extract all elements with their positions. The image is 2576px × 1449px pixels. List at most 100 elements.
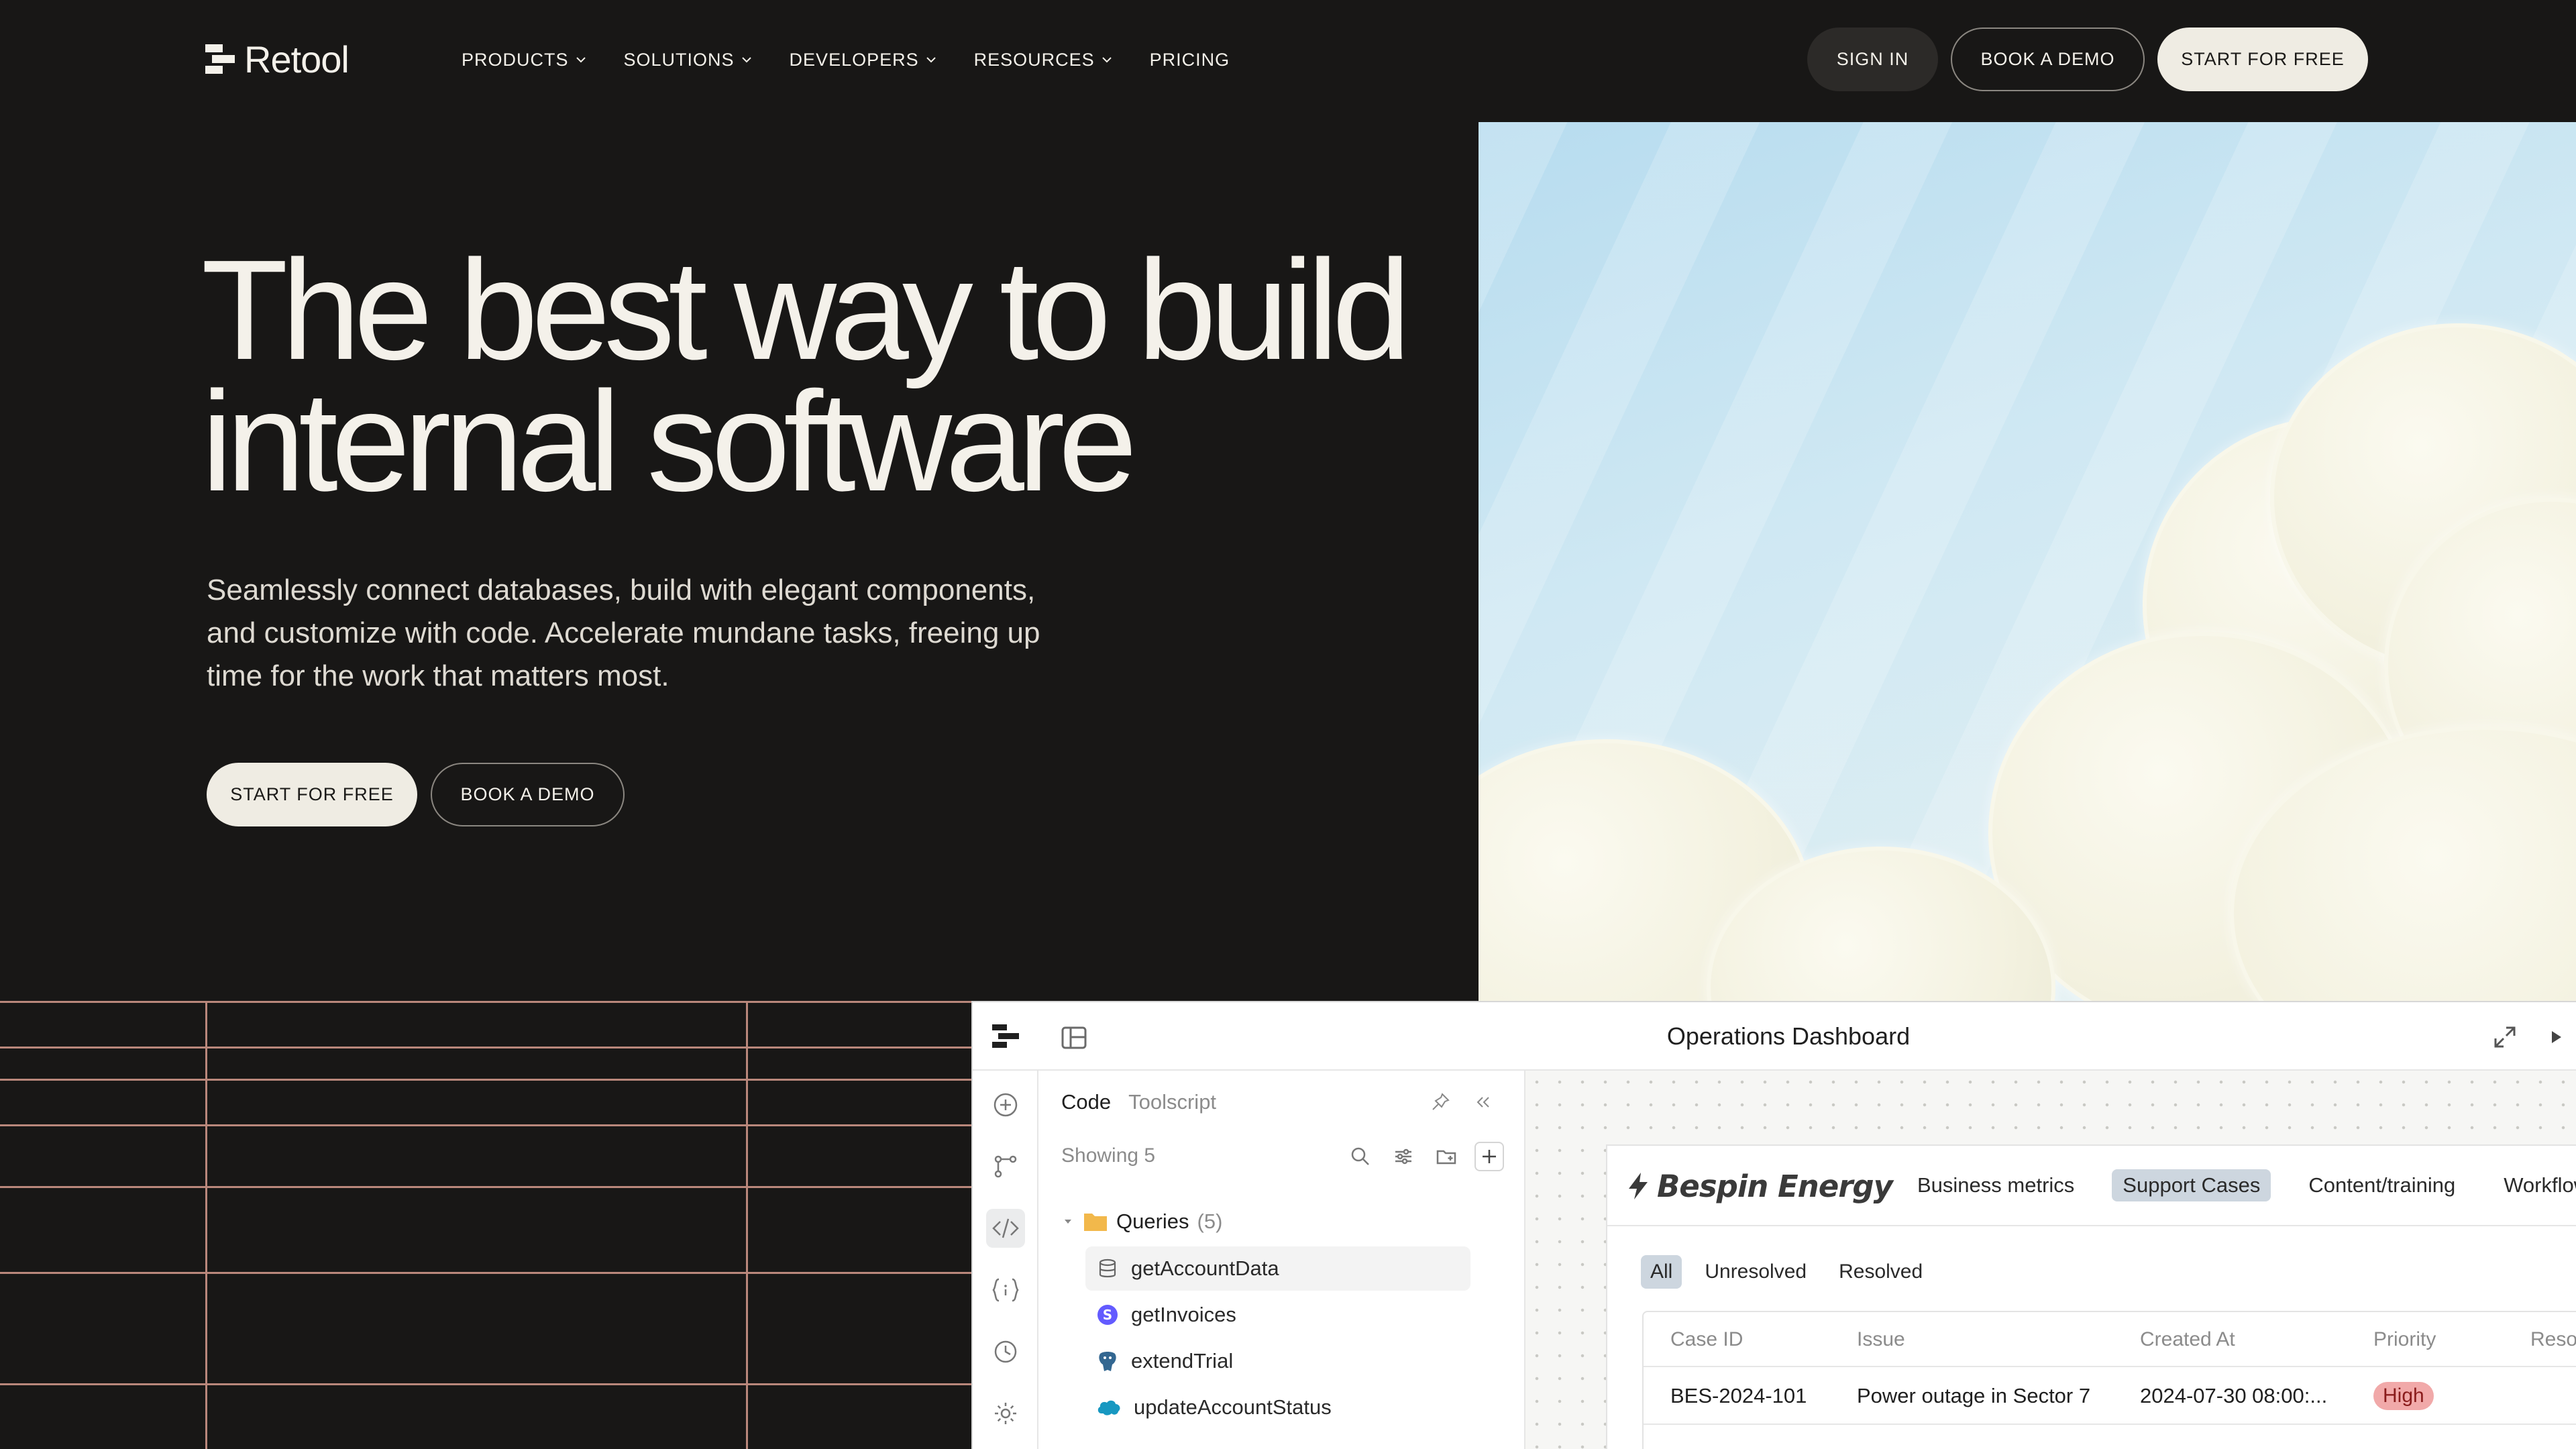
tab-toolscript[interactable]: Toolscript: [1128, 1090, 1216, 1114]
add-query-icon[interactable]: [1474, 1142, 1504, 1171]
new-folder-icon[interactable]: [1432, 1142, 1461, 1171]
grid-line: [205, 1001, 207, 1449]
caret-down-icon: [1065, 1220, 1071, 1224]
retool-logo[interactable]: Retool: [205, 38, 350, 80]
pin-icon[interactable]: [1426, 1088, 1454, 1116]
cell-created-at: 2024-07-30 08:00:...: [2140, 1384, 2328, 1407]
dashboard-tab-content-training[interactable]: Content/training: [2298, 1169, 2466, 1201]
tree-structure-icon[interactable]: [986, 1147, 1025, 1186]
queries-folder-count: (5): [1197, 1210, 1223, 1233]
menu-solutions[interactable]: SOLUTIONS: [624, 50, 752, 70]
filter-resolved[interactable]: Resolved: [1829, 1255, 1932, 1289]
menu-developers[interactable]: DEVELOPERS: [790, 50, 936, 70]
column-header-issue[interactable]: Issue: [1857, 1312, 1905, 1367]
hero-title: The best way to build internal software: [201, 239, 1476, 513]
support-cases-table: Case ID Issue Created At Priority Resolv…: [1642, 1311, 2576, 1449]
column-header-case-id[interactable]: Case ID: [1670, 1312, 1743, 1367]
book-demo-button[interactable]: BOOK A DEMO: [1951, 28, 2145, 91]
column-header-resolved-at[interactable]: Resolved At: [2530, 1312, 2576, 1367]
chevron-down-icon: [926, 57, 936, 63]
showing-count: Showing 5: [1061, 1144, 1156, 1167]
grid-line: [0, 1046, 971, 1049]
query-item[interactable]: updateAccountStatus: [1085, 1385, 1470, 1430]
sky-cloud-illustration: [1479, 122, 2576, 1002]
column-header-created-at[interactable]: Created At: [2140, 1312, 2235, 1367]
database-icon: [1099, 1258, 1116, 1278]
grid-line: [0, 1272, 971, 1274]
filter-unresolved[interactable]: Unresolved: [1695, 1255, 1816, 1289]
cell-case-id: BES-2024-101: [1670, 1384, 1807, 1407]
case-filters: All Unresolved Resolved: [1641, 1253, 1932, 1291]
grid-line: [0, 1079, 971, 1081]
hero-book-demo-button[interactable]: BOOK A DEMO: [431, 763, 625, 826]
chevron-down-icon: [576, 57, 586, 63]
top-nav: Retool PRODUCTS SOLUTIONS DEVELOPERS RES…: [0, 0, 2576, 121]
query-item[interactable]: getAccountData: [1085, 1246, 1470, 1291]
left-icon-rail: [973, 1071, 1038, 1449]
filter-sliders-icon[interactable]: [1389, 1142, 1418, 1171]
play-icon[interactable]: [2542, 1024, 2569, 1051]
query-item[interactable]: extendTrial: [1085, 1339, 1470, 1383]
hero-subtitle-line-3: time for the work that matters most.: [207, 659, 669, 692]
hero-start-free-button[interactable]: START FOR FREE: [207, 763, 417, 826]
divider: [1607, 1225, 2576, 1226]
menu-products[interactable]: PRODUCTS: [462, 50, 586, 70]
add-icon[interactable]: [986, 1085, 1025, 1124]
query-item-label: getInvoices: [1131, 1303, 1236, 1326]
menu-pricing[interactable]: PRICING: [1150, 50, 1230, 70]
search-icon[interactable]: [1346, 1142, 1375, 1171]
hero-subtitle: Seamlessly connect databases, build with…: [207, 569, 1092, 698]
dashboard-tab-workflow[interactable]: Workflow: [2493, 1169, 2576, 1201]
dashboard-card: Bespin Energy Business metrics Support C…: [1606, 1144, 2576, 1449]
settings-gear-icon[interactable]: [986, 1394, 1025, 1433]
table-row[interactable]: BES-2024-101 Power outage in Sector 7 20…: [1644, 1368, 2576, 1425]
menu-developers-label: DEVELOPERS: [789, 49, 919, 70]
sign-in-button[interactable]: SIGN IN: [1807, 28, 1938, 91]
dashboard-tab-business-metrics[interactable]: Business metrics: [1907, 1169, 2085, 1201]
code-panel: Code Toolscript Showing 5 Queries (5) ge…: [1038, 1071, 1525, 1449]
collapse-chevrons-icon[interactable]: [1469, 1088, 1497, 1116]
panel-toolbar: [1346, 1142, 1504, 1171]
app-title: Operations Dashboard: [1666, 1022, 1911, 1050]
start-free-button[interactable]: START FOR FREE: [2157, 28, 2368, 91]
query-item-label: getAccountData: [1131, 1256, 1279, 1280]
postgres-icon: [1099, 1352, 1116, 1371]
panel-tabs: Code Toolscript: [1061, 1085, 1216, 1119]
grid-line: [746, 1001, 748, 1449]
grid-line: [0, 1124, 971, 1126]
expand-icon[interactable]: [2490, 1022, 2520, 1052]
folder-icon: [1084, 1214, 1107, 1231]
grid-line: [0, 1186, 971, 1188]
queries-folder-label: Queries: [1116, 1210, 1189, 1233]
query-item-label: updateAccountStatus: [1134, 1395, 1332, 1419]
menu-resources[interactable]: RESOURCES: [974, 50, 1112, 70]
hero-subtitle-line-2: and customize with code. Accelerate mund…: [207, 616, 1040, 649]
logo-text: Retool: [244, 38, 350, 80]
code-icon[interactable]: [986, 1209, 1025, 1248]
stripe-icon: S: [1097, 1305, 1118, 1325]
brand-name: Bespin Energy: [1657, 1168, 1893, 1204]
decorative-grid: [0, 1001, 971, 1449]
table-header: Case ID Issue Created At Priority Resolv…: [1644, 1312, 2576, 1367]
query-item[interactable]: S getInvoices: [1085, 1293, 1470, 1337]
history-icon[interactable]: [986, 1332, 1025, 1371]
cell-priority: High: [2373, 1368, 2434, 1424]
query-item-label: extendTrial: [1131, 1349, 1234, 1373]
dashboard-tab-support-cases[interactable]: Support Cases: [2112, 1169, 2271, 1201]
app-canvas: Bespin Energy Business metrics Support C…: [1525, 1071, 2576, 1449]
chevron-down-icon: [1102, 57, 1112, 63]
dashboard-nav: Business metrics Support Cases Content/t…: [1907, 1167, 2576, 1203]
menu-products-label: PRODUCTS: [462, 49, 569, 70]
filter-all[interactable]: All: [1641, 1255, 1682, 1289]
tab-code[interactable]: Code: [1061, 1090, 1111, 1114]
menu-solutions-label: SOLUTIONS: [623, 49, 735, 70]
brand-logo: Bespin Energy: [1626, 1165, 1893, 1208]
hero-title-line-2: internal software: [201, 362, 1137, 521]
app-preview-window: Operations Dashboard Code Toolscript Sho…: [971, 1001, 2576, 1449]
state-variables-icon[interactable]: [986, 1271, 1025, 1309]
menu-resources-label: RESOURCES: [973, 49, 1095, 70]
cell-issue: Power outage in Sector 7: [1857, 1384, 2091, 1407]
priority-badge: High: [2373, 1382, 2434, 1410]
column-header-priority[interactable]: Priority: [2373, 1312, 2436, 1367]
queries-folder[interactable]: Queries (5): [1061, 1205, 1222, 1238]
